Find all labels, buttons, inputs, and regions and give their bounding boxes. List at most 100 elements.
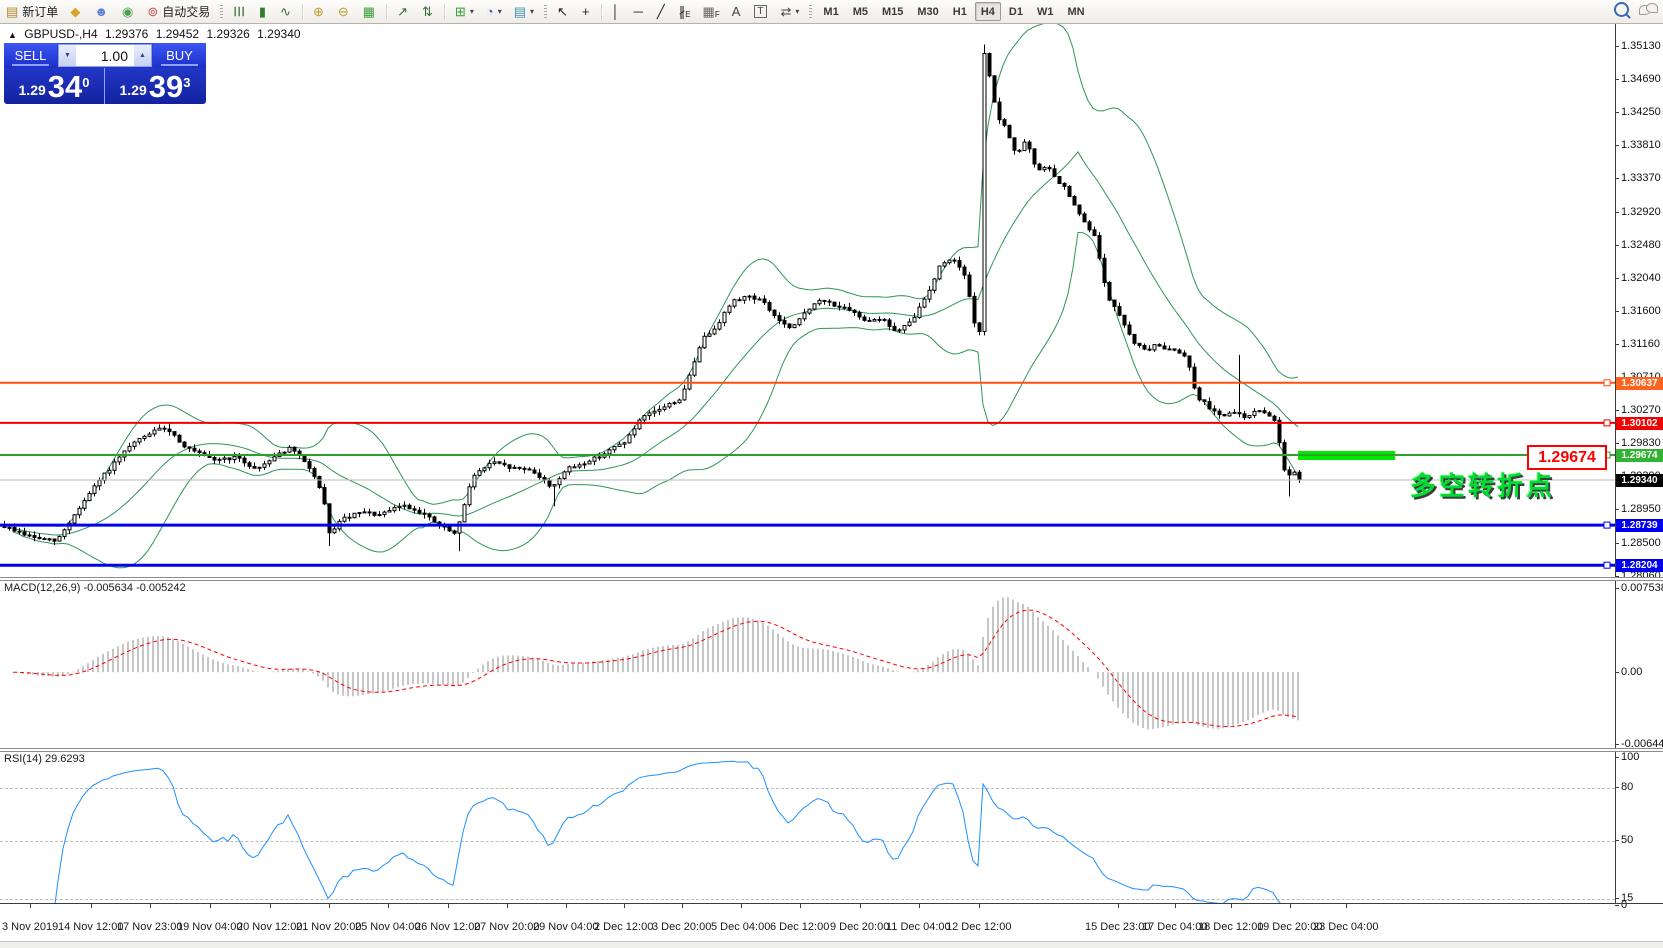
candle-body xyxy=(1268,413,1271,416)
candle-body xyxy=(1128,325,1131,334)
toolbar-drag-handle[interactable] xyxy=(220,5,223,19)
candle-body xyxy=(658,409,661,411)
candle-body xyxy=(663,407,666,410)
new-order-button[interactable]: ▤新订单 xyxy=(1,1,63,22)
add-indicator-dropdown-icon[interactable]: ▾ xyxy=(470,7,474,16)
candle-body xyxy=(833,302,836,306)
timeframe-m1-button[interactable]: M1 xyxy=(817,2,844,21)
candle-body xyxy=(373,512,376,515)
timeframe-w1-button[interactable]: W1 xyxy=(1031,2,1060,21)
toolbar-drag-handle[interactable] xyxy=(809,5,812,19)
templates-dropdown-icon[interactable]: ▾ xyxy=(530,7,534,16)
collapse-icon[interactable]: ▲ xyxy=(8,30,17,40)
chat-icon[interactable] xyxy=(1639,3,1657,16)
chart-line-button[interactable]: ∿ xyxy=(275,1,298,22)
candle-body xyxy=(1013,138,1016,151)
zoom-out-button[interactable]: ⊖ xyxy=(333,1,356,22)
add-indicator-button[interactable]: ⊞▾ xyxy=(450,1,479,22)
ohlc-low: 1.29326 xyxy=(206,27,249,41)
sell-price-small: 1.29 xyxy=(19,82,46,98)
templates-button[interactable]: ▤▾ xyxy=(509,1,539,22)
hline-price-tag: 1.30102 xyxy=(1616,417,1663,430)
timeframe-h1-button[interactable]: H1 xyxy=(947,2,973,21)
text-button[interactable]: A xyxy=(727,1,748,22)
auto-scroll-button[interactable]: ↗ xyxy=(392,1,415,22)
hline-handle[interactable] xyxy=(1604,562,1610,568)
candle-body xyxy=(908,322,911,326)
volume-decrease-button[interactable]: ▼ xyxy=(59,45,76,66)
candle-body xyxy=(158,428,161,430)
volume-increase-button[interactable]: ▲ xyxy=(134,45,151,66)
vertical-line-button[interactable]: │ xyxy=(607,1,627,22)
candle-body xyxy=(693,362,696,375)
equidistant-channel-button[interactable]: ∦E xyxy=(674,1,696,22)
search-icon[interactable] xyxy=(1614,2,1629,17)
horizontal-line-button[interactable]: ─ xyxy=(629,1,650,22)
toolbar-drag-handle[interactable] xyxy=(544,5,547,19)
candle-body xyxy=(1073,197,1076,206)
chart-bars-button[interactable]: ☰ xyxy=(228,1,252,22)
candle-body xyxy=(718,323,721,330)
timeframe-d1-button[interactable]: D1 xyxy=(1003,2,1029,21)
chart-candles-button[interactable]: ▮ xyxy=(254,1,273,22)
buy-price[interactable]: 1.29 39 3 xyxy=(105,68,205,104)
mt4-window: ▤新订单◆☻◉⊚自动交易☰▮∿⊕⊖▦↗⇅⊞▾◔▾▤▾↖+│─╱∦E▦FAT⇄▾ … xyxy=(0,0,1663,948)
periods-button[interactable]: ◔▾ xyxy=(481,1,507,22)
candle-body xyxy=(903,326,906,330)
macd-pane-separator[interactable] xyxy=(0,577,1663,581)
candle-body xyxy=(1048,167,1051,168)
volume-input[interactable]: 1.00 xyxy=(76,45,134,66)
support-button[interactable]: ☻ xyxy=(89,1,115,22)
tile-windows-button[interactable]: ▦ xyxy=(358,1,382,22)
candle-body xyxy=(643,416,646,420)
candle-body xyxy=(88,494,91,501)
candle-body xyxy=(1038,164,1041,170)
rsi-pane-separator[interactable] xyxy=(0,748,1663,752)
signal-button[interactable]: ◉ xyxy=(117,1,140,22)
candle-body xyxy=(943,263,946,266)
timeframe-m5-button[interactable]: M5 xyxy=(847,2,874,21)
zoom-out-icon: ⊖ xyxy=(338,5,349,18)
time-axis-label: 9 Dec 20:00 xyxy=(830,921,889,933)
timeframe-h4-button[interactable]: H4 xyxy=(975,2,1001,21)
cursor-button[interactable]: ↖ xyxy=(552,1,575,22)
arrows-dropdown-icon[interactable]: ▾ xyxy=(795,7,799,16)
sell-button[interactable]: SELL xyxy=(4,43,57,68)
candle-body xyxy=(193,448,196,451)
chart-shift-button[interactable]: ⇅ xyxy=(417,1,440,22)
candle-body xyxy=(1113,300,1116,307)
time-axis-label: 6 Dec 12:00 xyxy=(770,921,829,933)
highlighter-button[interactable]: ◆ xyxy=(65,1,87,22)
timeframe-m15-button[interactable]: M15 xyxy=(876,2,909,21)
turning-point-annotation[interactable]: 多空转折点 xyxy=(1410,466,1555,503)
zoom-in-button[interactable]: ⊕ xyxy=(308,1,331,22)
trendline-button[interactable]: ╱ xyxy=(652,1,672,22)
hline-handle[interactable] xyxy=(1604,420,1610,426)
candle-body xyxy=(53,539,56,541)
crosshair-button[interactable]: + xyxy=(577,1,597,22)
candle-body xyxy=(198,451,201,453)
macd-pane xyxy=(13,597,1298,729)
rsi-axis-label: 0 xyxy=(1621,899,1663,911)
candle-body xyxy=(218,459,221,460)
timeframe-m30-button[interactable]: M30 xyxy=(911,2,944,21)
macd-signal-line xyxy=(13,610,1298,727)
candle-body xyxy=(733,300,736,306)
periods-dropdown-icon[interactable]: ▾ xyxy=(498,7,502,16)
fibonacci-button[interactable]: ▦F xyxy=(698,1,725,22)
autotrade-button[interactable]: ⊚自动交易 xyxy=(142,1,215,22)
sell-price[interactable]: 1.29 34 0 xyxy=(4,68,105,104)
hline-handle[interactable] xyxy=(1604,522,1610,528)
hline-handle[interactable] xyxy=(1604,380,1610,386)
candle-body xyxy=(1253,411,1256,415)
text-label-button[interactable]: T xyxy=(749,1,773,22)
candle-body xyxy=(678,400,681,403)
candle-body xyxy=(1273,416,1276,420)
candle-body xyxy=(1163,346,1166,349)
candle-body xyxy=(1058,177,1061,184)
arrows-button[interactable]: ⇄▾ xyxy=(776,1,805,22)
candle-body xyxy=(83,501,86,509)
timeframe-mn-button[interactable]: MN xyxy=(1061,2,1090,21)
buy-button[interactable]: BUY xyxy=(153,43,206,68)
time-axis-label: 27 Nov 20:00 xyxy=(474,921,539,933)
